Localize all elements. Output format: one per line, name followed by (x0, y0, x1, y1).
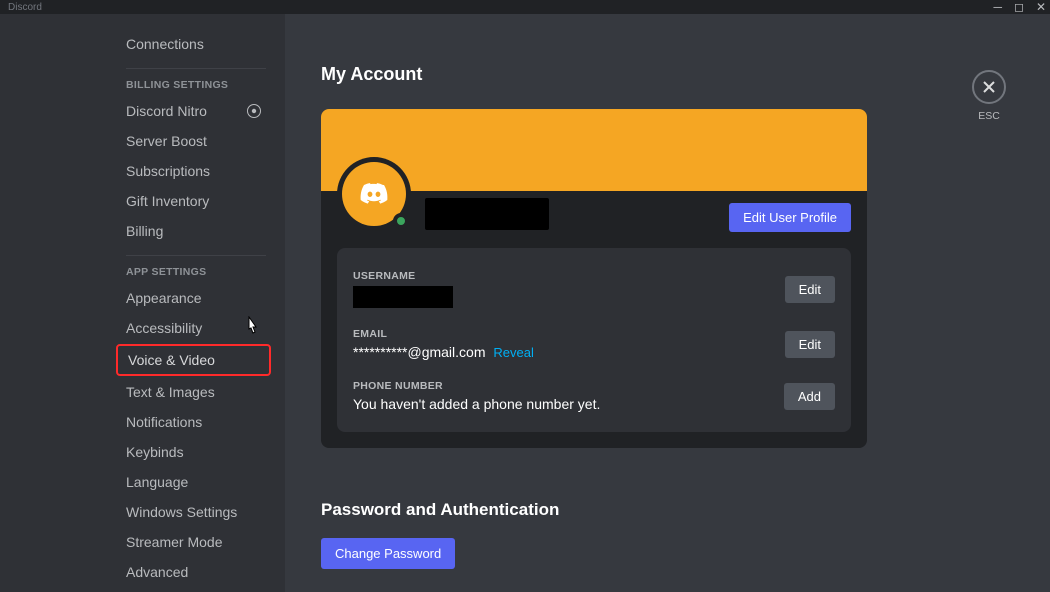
app-name: Discord (8, 2, 42, 13)
sidebar-item-label: Streamer Mode (126, 534, 222, 550)
sidebar-item-label: Connections (126, 36, 204, 52)
titlebar: Discord ─ ◻ ✕ (0, 0, 1050, 14)
sidebar-item-label: Gift Inventory (126, 193, 209, 209)
reveal-email-link[interactable]: Reveal (493, 345, 533, 360)
sidebar-item-label: Subscriptions (126, 163, 210, 179)
sidebar-item-streamer-mode[interactable]: Streamer Mode (116, 528, 271, 556)
sidebar-item-label: Advanced (126, 564, 188, 580)
esc-label: ESC (978, 110, 1000, 122)
profile-row: Edit User Profile (321, 191, 867, 248)
status-online-icon (393, 213, 409, 229)
sidebar-item-advanced[interactable]: Advanced (116, 558, 271, 586)
sidebar-item-label: Text & Images (126, 384, 215, 400)
sidebar-item-billing[interactable]: Billing (116, 217, 271, 245)
window-controls: ─ ◻ ✕ (993, 2, 1046, 12)
sidebar-divider (126, 68, 266, 69)
field-label: EMAIL (353, 328, 785, 340)
sidebar-item-label: Accessibility (126, 320, 202, 336)
sidebar-item-label: Voice & Video (128, 352, 215, 368)
close-button[interactable]: ✕ (1036, 2, 1046, 12)
sidebar-item-label: Appearance (126, 290, 202, 306)
account-card: Edit User Profile USERNAME Edit EMAIL **… (321, 109, 867, 448)
sidebar-item-label: Language (126, 474, 188, 490)
avatar-wrap (337, 157, 411, 231)
username-redacted (425, 198, 549, 230)
change-password-button[interactable]: Change Password (321, 538, 455, 569)
sidebar-divider (126, 255, 266, 256)
sidebar-item-notifications[interactable]: Notifications (116, 408, 271, 436)
edit-email-button[interactable]: Edit (785, 331, 835, 358)
sidebar-item-voice-video[interactable]: Voice & Video (116, 344, 271, 376)
close-settings: ESC (972, 70, 1006, 122)
settings-sidebar: Connections BILLING SETTINGS Discord Nit… (0, 14, 285, 592)
sidebar-item-label: Notifications (126, 414, 202, 430)
sidebar-item-keybinds[interactable]: Keybinds (116, 438, 271, 466)
add-phone-button[interactable]: Add (784, 383, 835, 410)
sidebar-item-accessibility[interactable]: Accessibility (116, 314, 271, 342)
phone-value: You haven't added a phone number yet. (353, 396, 784, 412)
sidebar-item-label: Discord Nitro (126, 103, 207, 119)
close-icon[interactable] (972, 70, 1006, 104)
settings-main: ESC My Account Edit User Profile (285, 14, 1050, 592)
nitro-icon (247, 104, 261, 118)
field-label: USERNAME (353, 270, 785, 282)
sidebar-item-connections[interactable]: Connections (116, 30, 271, 58)
password-auth-title: Password and Authentication (321, 500, 1010, 520)
sidebar-item-appearance[interactable]: Appearance (116, 284, 271, 312)
sidebar-section-app: APP SETTINGS (116, 266, 285, 284)
username-value-redacted (353, 286, 453, 308)
sidebar-item-gift-inventory[interactable]: Gift Inventory (116, 187, 271, 215)
sidebar-item-label: Windows Settings (126, 504, 237, 520)
sidebar-item-text-images[interactable]: Text & Images (116, 378, 271, 406)
page-title: My Account (321, 64, 1010, 85)
field-label: PHONE NUMBER (353, 380, 784, 392)
edit-username-button[interactable]: Edit (785, 276, 835, 303)
maximize-button[interactable]: ◻ (1014, 2, 1024, 12)
field-phone: PHONE NUMBER You haven't added a phone n… (353, 374, 835, 416)
minimize-button[interactable]: ─ (993, 2, 1002, 12)
sidebar-item-server-boost[interactable]: Server Boost (116, 127, 271, 155)
field-username: USERNAME Edit (353, 264, 835, 322)
sidebar-item-subscriptions[interactable]: Subscriptions (116, 157, 271, 185)
sidebar-item-label: Keybinds (126, 444, 184, 460)
discord-logo-icon (356, 176, 392, 212)
sidebar-item-label: Server Boost (126, 133, 207, 149)
field-email: EMAIL **********@gmail.com Reveal Edit (353, 322, 835, 374)
email-value: **********@gmail.com (353, 344, 486, 360)
account-fields: USERNAME Edit EMAIL **********@gmail.com… (337, 248, 851, 432)
sidebar-section-billing: BILLING SETTINGS (116, 79, 285, 97)
sidebar-item-label: Billing (126, 223, 163, 239)
sidebar-item-discord-nitro[interactable]: Discord Nitro (116, 97, 271, 125)
sidebar-item-windows-settings[interactable]: Windows Settings (116, 498, 271, 526)
edit-user-profile-button[interactable]: Edit User Profile (729, 203, 851, 232)
sidebar-item-language[interactable]: Language (116, 468, 271, 496)
